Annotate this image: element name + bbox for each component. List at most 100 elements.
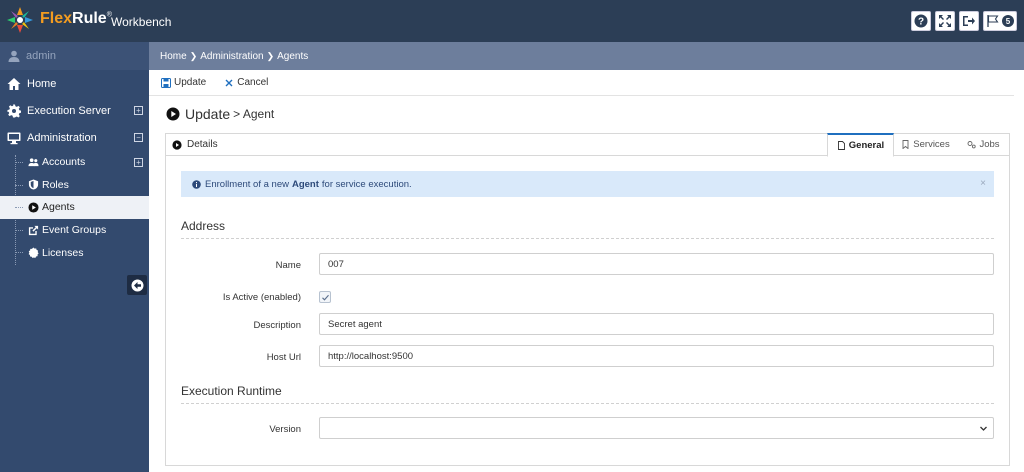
sidebar-item-administration[interactable]: Administration − (0, 124, 149, 151)
flexrule-logo-icon (7, 7, 33, 33)
chevron-right-icon: ❯ (189, 50, 198, 61)
version-select[interactable] (319, 417, 994, 439)
section-divider (181, 238, 994, 239)
expand-toggle[interactable]: + (134, 106, 143, 115)
host-url-label: Host Url (266, 352, 301, 363)
tab-general[interactable]: General (827, 133, 894, 157)
notifications-button[interactable]: 5 (983, 11, 1017, 31)
tab-label: General (848, 140, 885, 151)
sidebar-item-accounts[interactable]: Accounts + (0, 151, 149, 174)
sidebar-item-label: Home (27, 77, 57, 90)
breadcrumb-agents: Agents (277, 50, 309, 62)
section-runtime-title: Execution Runtime (181, 384, 282, 398)
fullscreen-button[interactable] (935, 11, 955, 31)
user-name: admin (26, 50, 56, 62)
name-field[interactable]: 007 (319, 253, 994, 275)
tree-tick (15, 184, 23, 186)
name-value: 007 (328, 258, 344, 270)
section-divider (181, 403, 994, 404)
tab-jobs[interactable]: Jobs (957, 133, 1010, 156)
notifications-badge: 5 (1002, 15, 1014, 27)
is-active-label: Is Active (enabled) (222, 292, 301, 303)
sidebar-collapse-button[interactable] (127, 275, 147, 295)
chevron-right-icon: ❯ (266, 50, 275, 61)
cancel-button[interactable]: Cancel (224, 77, 268, 88)
shield-icon (28, 179, 39, 190)
tree-tick (15, 207, 23, 209)
svg-text:?: ? (918, 17, 924, 28)
help-icon: ? (914, 14, 928, 28)
sidebar-item-label: Administration (27, 131, 97, 144)
host-url-value: http://localhost:9500 (328, 350, 414, 362)
flag-icon (987, 15, 999, 27)
sidebar-item-roles[interactable]: Roles (0, 174, 149, 197)
users-icon (28, 158, 39, 166)
sidebar-item-agents[interactable]: Agents (0, 196, 149, 219)
sidebar-subitem-label: Licenses (42, 246, 84, 259)
top-bar: FlexRule® Workbench ? 5 (0, 0, 1024, 42)
main-content: Update Cancel Update > Agent Details Gen… (149, 70, 1024, 472)
sidebar-item-licenses[interactable]: Licenses (0, 241, 149, 264)
tab-services[interactable]: Services (894, 133, 957, 156)
monitor-icon (7, 132, 21, 144)
section-address-title: Address (181, 219, 226, 233)
arrow-left-circle-icon (131, 279, 143, 291)
update-label: Update (174, 77, 207, 88)
info-icon (192, 179, 201, 189)
description-field[interactable]: Secret agent (319, 313, 994, 335)
tree-tick (15, 229, 23, 231)
fullscreen-icon (939, 15, 951, 27)
info-alert: Enrollment of a new Agent for service ex… (181, 171, 994, 197)
breadcrumb: Home ❯ Administration ❯ Agents (149, 42, 1024, 70)
sidebar-subitem-label: Event Groups (42, 224, 107, 237)
alert-text-bold: Agent (291, 178, 319, 190)
sidebar-item-label: Execution Server (27, 104, 111, 117)
sidebar-item-home[interactable]: Home (0, 70, 149, 97)
help-button[interactable]: ? (911, 11, 931, 31)
description-label: Description (253, 320, 301, 331)
home-icon (7, 77, 21, 90)
panel-title: Details (187, 139, 218, 150)
play-circle-icon (28, 202, 39, 213)
external-link-icon (28, 225, 39, 235)
gears-icon (968, 141, 977, 149)
name-label: Name (275, 260, 301, 271)
file-icon (837, 141, 845, 150)
app-subtitle: Workbench (111, 15, 172, 29)
tree-tick (15, 162, 23, 163)
sidebar-item-event-groups[interactable]: Event Groups (0, 219, 149, 242)
collapse-toggle[interactable]: − (134, 133, 143, 142)
sidebar-item-execution-server[interactable]: Execution Server + (0, 97, 149, 124)
sidebar-subitem-label: Roles (42, 178, 69, 191)
update-button[interactable]: Update (161, 77, 206, 88)
is-active-checkbox[interactable] (319, 291, 331, 303)
tree-tick (15, 252, 23, 254)
sidebar-subitem-label: Accounts (42, 156, 86, 169)
sidebar-user[interactable]: admin (0, 42, 149, 70)
brand-name: FlexRule® (40, 10, 112, 27)
version-label: Version (269, 424, 301, 435)
breadcrumb-home[interactable]: Home (160, 51, 187, 62)
save-icon (161, 77, 171, 88)
host-url-field[interactable]: http://localhost:9500 (319, 345, 994, 367)
alert-text-prefix: Enrollment of a new (205, 178, 289, 190)
page-title-main: Update (185, 106, 231, 122)
user-icon (8, 50, 20, 62)
check-icon (321, 294, 329, 301)
logout-button[interactable] (959, 11, 979, 31)
alert-close-button[interactable]: × (980, 178, 986, 189)
bookmark-icon (902, 140, 909, 149)
description-value: Secret agent (328, 318, 382, 330)
details-panel: Details General Services Jobs Enrollment… (165, 133, 1010, 466)
alert-text-suffix: for service execution. (321, 178, 412, 190)
cancel-label: Cancel (237, 77, 269, 88)
certificate-icon (28, 247, 39, 259)
expand-toggle[interactable]: + (134, 158, 143, 167)
tab-label: Services (913, 139, 950, 150)
toolbar: Update Cancel (149, 70, 1014, 96)
breadcrumb-administration[interactable]: Administration (200, 51, 263, 62)
gear-icon (7, 104, 21, 117)
page-title: Update > Agent (166, 106, 274, 122)
close-icon (225, 79, 233, 86)
page-title-sub: > Agent (233, 107, 275, 121)
